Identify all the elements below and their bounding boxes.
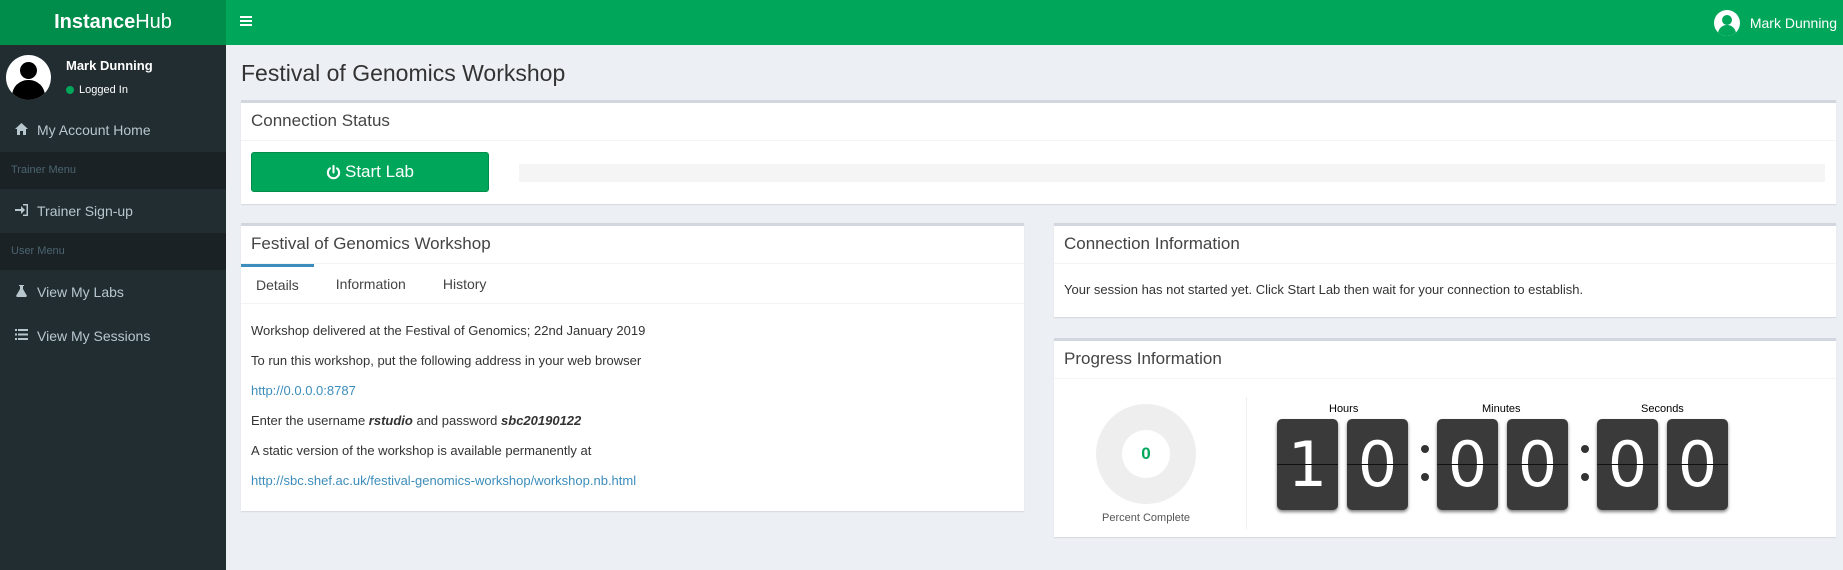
connection-info-text: Your session has not started yet. Click … bbox=[1064, 282, 1584, 297]
page-title: Festival of Genomics Workshop bbox=[241, 60, 566, 86]
tab-details[interactable]: Details bbox=[241, 264, 314, 304]
progress-info-title: Progress Information bbox=[1054, 341, 1836, 379]
sidebar-item-label: Trainer Sign-up bbox=[37, 203, 133, 219]
user-menu[interactable]: Mark Dunning bbox=[1713, 0, 1843, 45]
countdown-digit: 0 bbox=[1347, 419, 1408, 510]
countdown-separator bbox=[1421, 441, 1429, 486]
nav-header-trainer: Trainer Menu bbox=[0, 152, 226, 189]
percent-value: 0 bbox=[1122, 430, 1170, 478]
sign-in-icon bbox=[14, 203, 28, 219]
user-status: Logged In bbox=[66, 84, 128, 96]
start-lab-button[interactable]: Start Lab bbox=[251, 152, 489, 192]
connection-info-box: Connection Information Your session has … bbox=[1054, 223, 1836, 317]
sidebar-toggle-icon[interactable] bbox=[240, 14, 254, 30]
list-icon bbox=[14, 329, 28, 343]
workshop-tabs: Details Information History bbox=[241, 264, 1024, 304]
workshop-box: Festival of Genomics Workshop Details In… bbox=[241, 223, 1024, 511]
avatar bbox=[6, 55, 51, 100]
password-value: sbc20190122 bbox=[501, 413, 582, 428]
connection-progress-bar bbox=[519, 164, 1825, 182]
hours-label: Hours bbox=[1329, 403, 1359, 415]
countdown-digit: 0 bbox=[1437, 419, 1498, 510]
countdown-separator bbox=[1581, 441, 1589, 486]
seconds-label: Seconds bbox=[1641, 403, 1684, 415]
sidebar-user-name: Mark Dunning bbox=[66, 58, 153, 73]
countdown-digit: 1 bbox=[1277, 419, 1338, 510]
home-icon bbox=[14, 122, 28, 138]
workshop-url-link[interactable]: http://0.0.0.0:8787 bbox=[251, 383, 356, 398]
sidebar-item-view-labs[interactable]: View My Labs bbox=[0, 270, 226, 314]
sidebar-item-view-sessions[interactable]: View My Sessions bbox=[0, 314, 226, 358]
sidebar-item-label: My Account Home bbox=[37, 122, 151, 138]
tab-information[interactable]: Information bbox=[321, 264, 421, 304]
user-panel: Mark Dunning Logged In bbox=[0, 45, 226, 108]
percent-complete-donut: 0 bbox=[1096, 404, 1196, 504]
sidebar-item-label: View My Labs bbox=[37, 284, 124, 300]
top-header: InstanceHub Mark Dunning bbox=[0, 0, 1843, 45]
percent-complete-label: Percent Complete bbox=[1102, 512, 1191, 524]
credentials-line: Enter the username rstudio and password … bbox=[251, 413, 582, 428]
flask-icon bbox=[14, 284, 28, 300]
connection-status-title: Connection Status bbox=[241, 103, 1836, 141]
connection-status-box: Connection Status Start Lab bbox=[241, 100, 1836, 204]
details-line: To run this workshop, put the following … bbox=[251, 353, 642, 368]
details-line: Workshop delivered at the Festival of Ge… bbox=[251, 323, 646, 338]
nav-header-user: User Menu bbox=[0, 233, 226, 270]
sidebar-item-label: View My Sessions bbox=[37, 328, 151, 344]
sidebar-item-account-home[interactable]: My Account Home bbox=[0, 108, 226, 152]
tab-history[interactable]: History bbox=[428, 264, 502, 304]
details-line: A static version of the workshop is avai… bbox=[251, 443, 592, 458]
workshop-details: Workshop delivered at the Festival of Ge… bbox=[251, 324, 645, 504]
minutes-label: Minutes bbox=[1482, 403, 1521, 415]
progress-info-box: Progress Information 0 Percent Complete … bbox=[1054, 338, 1836, 537]
power-icon bbox=[326, 164, 341, 179]
sidebar: Mark Dunning Logged In My Account Home T… bbox=[0, 45, 226, 570]
user-avatar-icon bbox=[1713, 9, 1740, 36]
connection-info-title: Connection Information bbox=[1054, 226, 1836, 264]
countdown-digit: 0 bbox=[1507, 419, 1568, 510]
workshop-title: Festival of Genomics Workshop bbox=[241, 226, 1024, 264]
online-dot-icon bbox=[66, 86, 74, 94]
countdown-digit: 0 bbox=[1667, 419, 1728, 510]
countdown-digit: 0 bbox=[1597, 419, 1658, 510]
username-value: rstudio bbox=[368, 413, 413, 428]
header-user-name: Mark Dunning bbox=[1749, 14, 1837, 31]
app-logo[interactable]: InstanceHub bbox=[0, 0, 226, 45]
sidebar-item-trainer-signup[interactable]: Trainer Sign-up bbox=[0, 189, 226, 233]
divider bbox=[1246, 397, 1247, 529]
static-workshop-link[interactable]: http://sbc.shef.ac.uk/festival-genomics-… bbox=[251, 473, 636, 488]
